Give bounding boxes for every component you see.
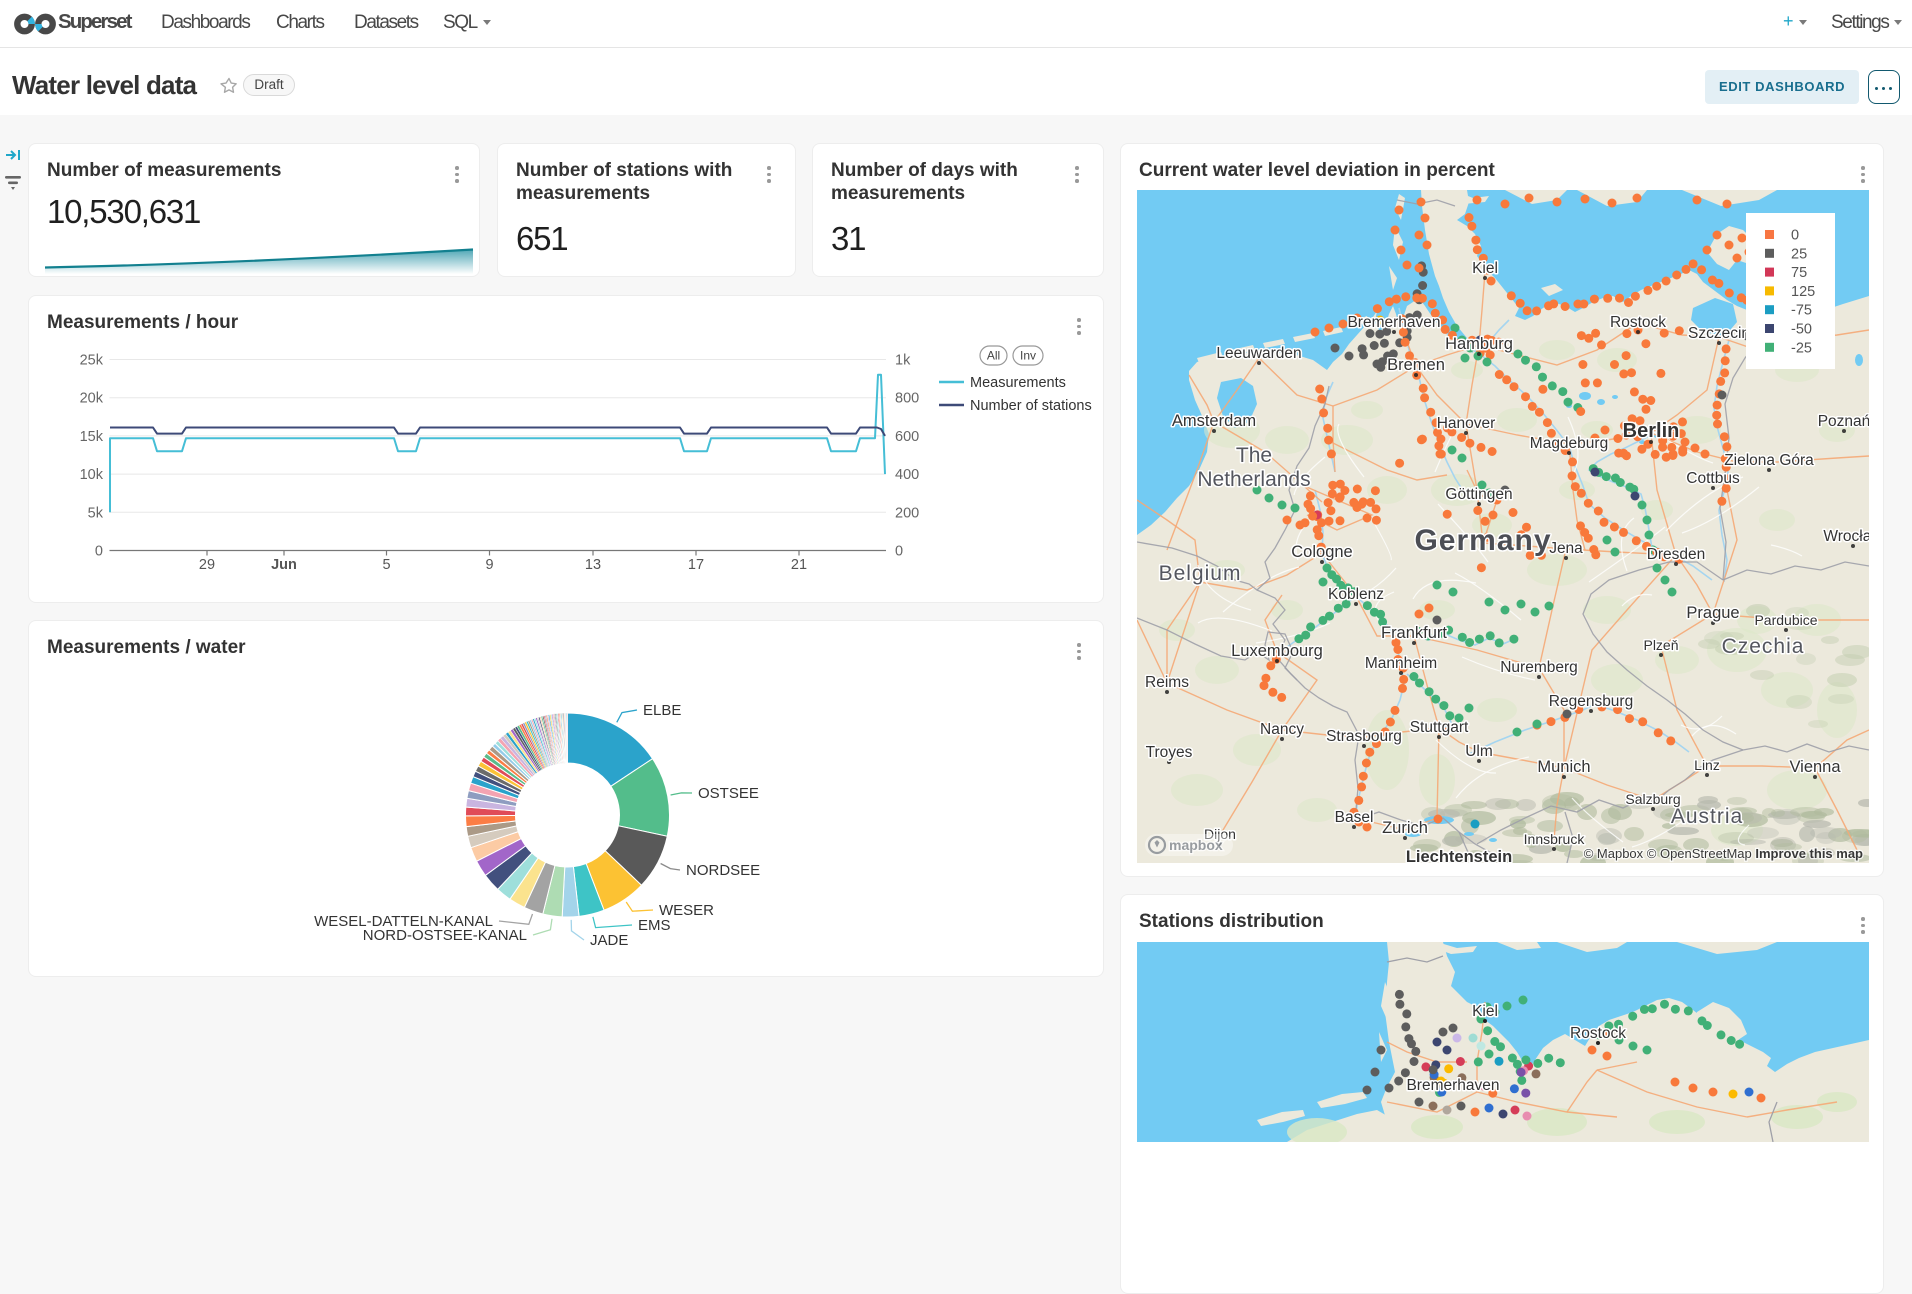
svg-text:5: 5 — [382, 557, 390, 573]
svg-text:Ulm: Ulm — [1465, 743, 1493, 760]
svg-text:Frankfurt: Frankfurt — [1381, 624, 1447, 642]
svg-text:Measurements: Measurements — [970, 375, 1066, 391]
svg-text:WESEL-DATTELN-KANAL: WESEL-DATTELN-KANAL — [314, 913, 493, 930]
svg-text:JADE: JADE — [590, 932, 628, 949]
svg-text:Germany: Germany — [1414, 524, 1551, 557]
svg-text:Jena: Jena — [1549, 540, 1583, 557]
svg-text:Rostock: Rostock — [1570, 1025, 1626, 1042]
svg-text:5k: 5k — [88, 505, 104, 521]
svg-text:Rostock: Rostock — [1610, 314, 1666, 331]
svg-text:Poznań: Poznań — [1818, 413, 1869, 430]
svg-text:Netherlands: Netherlands — [1197, 468, 1310, 491]
svg-text:Dresden: Dresden — [1647, 546, 1706, 563]
svg-text:Mannheim: Mannheim — [1365, 655, 1437, 672]
svg-text:20k: 20k — [80, 391, 104, 407]
svg-text:Munich: Munich — [1537, 758, 1590, 776]
svg-text:Szczecin: Szczecin — [1688, 325, 1750, 342]
svg-text:Leeuwarden: Leeuwarden — [1216, 345, 1301, 362]
svg-text:ELBE: ELBE — [643, 702, 681, 719]
svg-text:1k: 1k — [895, 353, 911, 369]
svg-text:-75: -75 — [1791, 303, 1812, 319]
svg-text:EMS: EMS — [638, 917, 671, 934]
svg-text:Stuttgart: Stuttgart — [1410, 719, 1469, 736]
svg-text:75: 75 — [1791, 265, 1807, 281]
svg-text:Strasbourg: Strasbourg — [1326, 728, 1402, 745]
svg-text:Magdeburg: Magdeburg — [1530, 435, 1608, 452]
svg-text:Zielona Góra: Zielona Góra — [1724, 452, 1814, 469]
svg-text:All: All — [987, 349, 1000, 363]
svg-text:Göttingen: Göttingen — [1445, 486, 1512, 503]
svg-text:Vienna: Vienna — [1789, 758, 1841, 776]
svg-text:21: 21 — [791, 557, 807, 573]
svg-text:-50: -50 — [1791, 322, 1812, 338]
svg-text:Regensburg: Regensburg — [1549, 693, 1633, 710]
svg-text:mapbox: mapbox — [1169, 837, 1223, 853]
svg-text:25k: 25k — [80, 353, 104, 369]
svg-text:The: The — [1236, 444, 1272, 467]
svg-text:Kiel: Kiel — [1472, 1003, 1498, 1020]
svg-text:Pardubice: Pardubice — [1754, 612, 1817, 628]
svg-text:Inv: Inv — [1020, 349, 1036, 363]
svg-text:10k: 10k — [80, 467, 104, 483]
svg-text:600: 600 — [895, 429, 919, 445]
svg-text:17: 17 — [688, 557, 704, 573]
svg-text:0: 0 — [895, 544, 903, 560]
svg-text:Cologne: Cologne — [1291, 543, 1352, 561]
svg-text:Luxembourg: Luxembourg — [1231, 642, 1323, 660]
svg-text:Wrocław: Wrocław — [1823, 528, 1869, 545]
svg-text:OSTSEE: OSTSEE — [698, 785, 759, 802]
svg-text:Cottbus: Cottbus — [1686, 470, 1740, 487]
svg-text:29: 29 — [199, 557, 215, 573]
svg-text:200: 200 — [895, 505, 919, 521]
svg-text:Linz: Linz — [1694, 757, 1720, 773]
svg-text:Prague: Prague — [1686, 604, 1739, 622]
svg-text:15k: 15k — [80, 429, 104, 445]
svg-text:Kiel: Kiel — [1472, 260, 1498, 277]
svg-text:NORDSEE: NORDSEE — [686, 862, 760, 879]
svg-text:Liechtenstein: Liechtenstein — [1406, 848, 1512, 863]
svg-text:Bremerhaven: Bremerhaven — [1347, 314, 1440, 331]
svg-text:Czechia: Czechia — [1722, 635, 1805, 658]
svg-text:-25: -25 — [1791, 340, 1812, 356]
svg-text:Koblenz: Koblenz — [1328, 586, 1384, 603]
svg-text:Bremen: Bremen — [1387, 356, 1445, 374]
svg-text:400: 400 — [895, 467, 919, 483]
svg-text:Innsbruck: Innsbruck — [1524, 831, 1586, 847]
svg-text:Hanover: Hanover — [1437, 415, 1496, 432]
svg-text:13: 13 — [585, 557, 601, 573]
svg-text:0: 0 — [1791, 228, 1799, 244]
svg-text:Nuremberg: Nuremberg — [1500, 659, 1578, 676]
svg-text:Reims: Reims — [1145, 674, 1189, 691]
svg-text:9: 9 — [485, 557, 493, 573]
svg-text:Hamburg: Hamburg — [1445, 335, 1513, 353]
svg-text:Belgium: Belgium — [1159, 562, 1242, 585]
svg-text:Zurich: Zurich — [1382, 819, 1428, 837]
svg-text:Berlin: Berlin — [1623, 420, 1680, 442]
svg-text:Troyes: Troyes — [1146, 744, 1193, 761]
svg-text:800: 800 — [895, 391, 919, 407]
svg-text:© Mapbox © OpenStreetMap Impro: © Mapbox © OpenStreetMap Improve this ma… — [1584, 846, 1863, 861]
svg-text:Number of stations: Number of stations — [970, 398, 1092, 414]
svg-text:Bremerhaven: Bremerhaven — [1406, 1077, 1499, 1094]
svg-text:125: 125 — [1791, 284, 1815, 300]
svg-text:Plzeň: Plzeň — [1643, 637, 1678, 653]
svg-text:Austria: Austria — [1671, 805, 1743, 828]
svg-text:25: 25 — [1791, 246, 1807, 262]
svg-text:Nancy: Nancy — [1260, 721, 1304, 738]
svg-text:0: 0 — [95, 544, 103, 560]
svg-text:Jun: Jun — [271, 557, 297, 573]
svg-text:Amsterdam: Amsterdam — [1172, 412, 1256, 430]
svg-text:Basel: Basel — [1335, 809, 1374, 826]
